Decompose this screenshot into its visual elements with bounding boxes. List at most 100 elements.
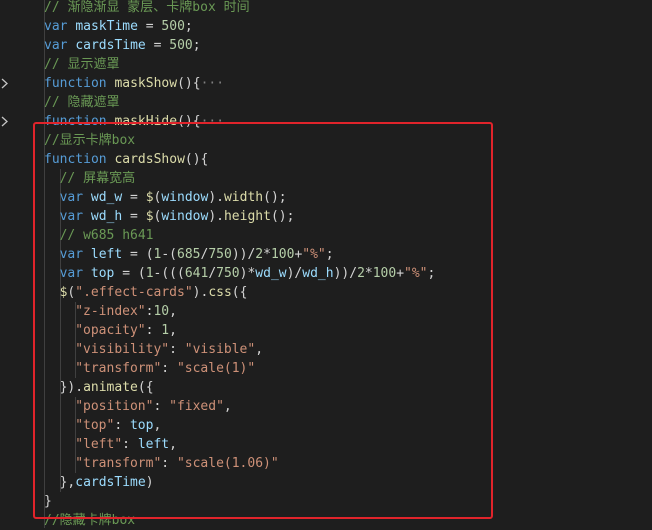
code-token: var: [44, 19, 76, 34]
code-token: = (: [122, 247, 154, 262]
code-token: :: [153, 399, 170, 414]
code-line[interactable]: // 显示遮罩: [44, 55, 119, 74]
code-token: ,: [169, 437, 177, 452]
code-token: "visibility": [75, 342, 170, 357]
code-token: -(: [161, 247, 178, 262]
code-line[interactable]: "z-index":10,: [75, 302, 177, 321]
chevron-right-icon[interactable]: [0, 74, 10, 93]
code-token: :: [161, 456, 177, 471]
code-line[interactable]: var top = (1-(((641/750)*wd_w)/wd_h))/2*…: [60, 264, 436, 283]
code-token: (){: [177, 76, 201, 91]
code-token: ;: [184, 19, 193, 34]
code-token: wd_h: [90, 209, 123, 224]
code-line[interactable]: }).animate({: [60, 378, 154, 397]
code-token: "opacity": [75, 323, 146, 338]
code-line[interactable]: // 隐藏遮罩: [44, 93, 119, 112]
code-token: // 渐隐渐显 蒙层、卡牌box 时间: [44, 0, 250, 15]
code-line[interactable]: "top": top,: [75, 416, 161, 435]
code-token: 1: [161, 323, 170, 338]
code-line[interactable]: var wd_h = $(window).height();: [60, 207, 295, 226]
code-token: ;: [325, 247, 334, 262]
code-token: 100: [372, 266, 397, 281]
code-token: =: [137, 19, 162, 34]
code-token: 100: [270, 247, 295, 262]
code-token: ,: [223, 399, 232, 414]
code-editor[interactable]: // 渐隐渐显 蒙层、卡牌box 时间 var maskTime = 500; va…: [0, 0, 652, 528]
code-token: css: [208, 285, 232, 300]
code-token: // 隐藏遮罩: [44, 95, 120, 110]
code-token: 750: [216, 266, 240, 281]
code-token: +: [396, 266, 405, 281]
chevron-right-icon[interactable]: [0, 112, 10, 131]
code-line[interactable]: function maskShow(){···: [44, 74, 224, 93]
code-token: "%": [302, 247, 326, 262]
code-token: :: [114, 418, 130, 433]
code-token: "%": [404, 266, 428, 281]
code-token: *: [263, 247, 271, 262]
code-line[interactable]: // 屏幕宽高: [60, 169, 135, 188]
folded-code-ellipsis[interactable]: ···: [201, 114, 224, 129]
code-line[interactable]: function cardsShow(){: [44, 150, 208, 169]
code-token: ))/: [231, 247, 256, 262]
code-token: =: [122, 209, 146, 224]
code-token: window: [161, 209, 209, 224]
code-line[interactable]: "transform": "scale(1)": [75, 359, 255, 378]
code-line[interactable]: var maskTime = 500;: [44, 17, 193, 36]
code-token: 1: [145, 266, 154, 281]
code-token: ).: [192, 285, 209, 300]
code-token: // 屏幕宽高: [59, 171, 136, 186]
code-token: var: [59, 266, 91, 281]
code-token: "fixed": [169, 399, 224, 414]
code-token: // 显示遮罩: [44, 57, 120, 72]
code-token: $: [145, 190, 154, 205]
code-line[interactable]: "opacity": 1,: [75, 321, 177, 340]
code-token: top: [129, 418, 154, 433]
code-line[interactable]: "visibility": "visible",: [75, 340, 263, 359]
code-line[interactable]: var cardsTime = 500;: [44, 36, 201, 55]
code-line[interactable]: function maskHide(){···: [44, 112, 224, 131]
code-line[interactable]: "position": "fixed",: [75, 397, 232, 416]
code-line[interactable]: var wd_w = $(window).width();: [60, 188, 287, 207]
code-line[interactable]: $(".effect-cards").css({: [60, 283, 248, 302]
code-token: =: [122, 190, 146, 205]
code-token: 2: [255, 247, 264, 262]
code-token: )*: [239, 266, 256, 281]
code-token: 685: [177, 247, 201, 262]
code-line[interactable]: var left = (1-(685/750))/2*100+"%";: [60, 245, 334, 264]
code-token: :: [122, 437, 138, 452]
code-token: =: [145, 38, 170, 53]
code-token: "transform": [75, 456, 162, 471]
code-token: "z-index": [75, 304, 146, 319]
code-token: ();: [270, 209, 295, 224]
code-token: *: [364, 266, 373, 281]
code-token: )/: [286, 266, 303, 281]
code-token: //显示卡牌box: [44, 133, 136, 148]
code-token: var: [44, 38, 76, 53]
code-token: "transform": [75, 361, 162, 376]
code-token: }: [44, 494, 52, 509]
code-token: ,: [153, 418, 162, 433]
code-token: var: [59, 190, 91, 205]
code-token: ;: [192, 38, 201, 53]
code-line[interactable]: "transform": "scale(1.06)": [75, 454, 279, 473]
code-line[interactable]: //显示卡牌box: [44, 131, 135, 150]
code-token: ;: [427, 266, 436, 281]
code-token: 500: [161, 19, 185, 34]
code-token: function: [44, 152, 115, 167]
code-token: "left": [75, 437, 123, 452]
code-line[interactable]: }: [44, 492, 52, 511]
code-token: 750: [208, 247, 232, 262]
code-token: }).: [59, 380, 84, 395]
code-line[interactable]: "left": left,: [75, 435, 177, 454]
code-token: "scale(1)": [176, 361, 256, 376]
code-line[interactable]: },cardsTime): [60, 473, 154, 492]
code-token: wd_w: [90, 190, 123, 205]
folded-code-ellipsis[interactable]: ···: [201, 76, 224, 91]
code-token: wd_w: [255, 266, 287, 281]
code-line[interactable]: // 渐隐渐显 蒙层、卡牌box 时间: [44, 0, 250, 17]
code-token: //隐藏卡牌box: [44, 513, 136, 528]
editor-gutter: [0, 0, 30, 528]
code-token: cardsTime: [75, 475, 146, 490]
code-line[interactable]: //隐藏卡牌box: [44, 511, 135, 530]
code-line[interactable]: // w685 h641: [60, 226, 154, 245]
